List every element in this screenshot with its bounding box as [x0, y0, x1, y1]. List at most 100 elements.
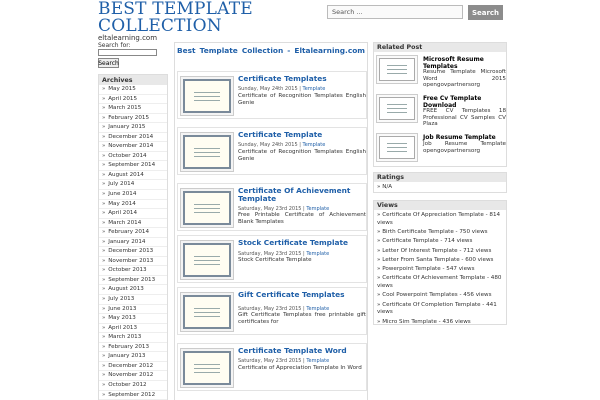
related-post-title[interactable]: Free Cv Template Download — [423, 95, 506, 109]
sidebar-search-button[interactable]: Search — [98, 58, 119, 68]
bullet-icon: » — [102, 286, 106, 293]
archive-item[interactable]: » December 2013 — [99, 247, 167, 257]
archive-item[interactable]: » September 2012 — [99, 391, 167, 400]
views-item[interactable]: » Micro Sim Template - 436 views — [377, 318, 503, 327]
archive-item-label: November 2012 — [108, 372, 154, 379]
post-thumbnail[interactable] — [180, 240, 234, 280]
post-title[interactable]: Gift Certificate Templates — [238, 291, 366, 299]
archive-item-label: April 2013 — [108, 324, 138, 331]
post-category[interactable]: Template — [303, 142, 326, 148]
bullet-icon: » — [102, 315, 106, 322]
views-item-label: Powerpoint Template - 547 views — [382, 266, 475, 273]
bullet-icon: » — [102, 105, 106, 112]
archive-item[interactable]: » June 2013 — [99, 305, 167, 315]
archive-item[interactable]: » November 2013 — [99, 257, 167, 267]
archive-item[interactable]: » January 2015 — [99, 123, 167, 133]
archive-item[interactable]: » May 2015 — [99, 85, 167, 95]
post-thumbnail[interactable] — [180, 132, 234, 172]
page-title[interactable]: Best Template Collection - Eltalearning.… — [177, 46, 365, 55]
post-thumbnail[interactable] — [180, 348, 234, 388]
views-item[interactable]: » Certificate Of Appreciation Template -… — [377, 211, 503, 228]
archive-item-label: November 2014 — [108, 143, 154, 150]
archive-item[interactable]: » April 2014 — [99, 209, 167, 219]
related-thumbnail[interactable] — [376, 133, 418, 162]
header-search-input[interactable]: Search ... — [327, 5, 463, 19]
archive-item[interactable]: » November 2014 — [99, 142, 167, 152]
views-item-label: Letter Of Interest Template - 712 views — [382, 247, 492, 254]
related-posts-title: Related Post — [374, 43, 506, 52]
archives-widget: Archives » May 2015» April 2015» March 2… — [98, 74, 168, 400]
bullet-icon: » — [102, 296, 106, 303]
post-excerpt: Stock Certificate Template — [238, 257, 312, 263]
archive-item[interactable]: » March 2015 — [99, 104, 167, 114]
archive-item-label: September 2012 — [108, 391, 156, 398]
rating-item[interactable]: » N/A — [377, 183, 503, 192]
post-title[interactable]: Certificate Of Achievement Template — [238, 187, 366, 203]
views-item[interactable]: » Certificate Of Achievement Template - … — [377, 274, 503, 291]
post-title[interactable]: Certificate Template Word — [238, 347, 366, 355]
archive-item-label: January 2013 — [108, 353, 146, 360]
archive-item-label: July 2013 — [108, 296, 135, 303]
archive-item[interactable]: » October 2013 — [99, 266, 167, 276]
site-title[interactable]: BEST TEMPLATE COLLECTION — [98, 1, 328, 35]
post-thumbnail[interactable] — [180, 76, 234, 116]
post-meta: Saturday, May 23rd 2015 | Template — [238, 358, 330, 364]
archive-item-label: August 2013 — [108, 286, 144, 293]
archive-item[interactable]: » April 2015 — [99, 95, 167, 105]
post-thumbnail[interactable] — [180, 188, 234, 228]
related-thumbnail[interactable] — [376, 55, 418, 84]
sidebar-search-input[interactable] — [98, 49, 157, 56]
archive-item[interactable]: » May 2014 — [99, 200, 167, 210]
archive-item[interactable]: » March 2013 — [99, 333, 167, 343]
header-search-button[interactable]: Search — [468, 5, 503, 20]
document-image — [379, 136, 415, 159]
views-item-label: Cool Powerpoint Templates - 456 views — [382, 292, 492, 299]
main-content: Best Template Collection - Eltalearning.… — [174, 42, 368, 400]
archive-item[interactable]: » October 2012 — [99, 381, 167, 391]
archive-item-label: February 2014 — [108, 229, 150, 236]
archive-item[interactable]: » September 2013 — [99, 276, 167, 286]
archive-item[interactable]: » September 2014 — [99, 161, 167, 171]
archive-item[interactable]: » March 2014 — [99, 219, 167, 229]
views-item[interactable]: » Certificate Of Completion Template - 4… — [377, 301, 503, 318]
bullet-icon: » — [102, 152, 106, 159]
related-post-item: Job Resume Template Job Resume Template o… — [376, 133, 506, 163]
post-category[interactable]: Template — [303, 86, 326, 92]
archive-item[interactable]: » November 2012 — [99, 371, 167, 381]
archive-item[interactable]: » July 2014 — [99, 180, 167, 191]
archive-item[interactable]: » October 2014 — [99, 152, 167, 162]
views-item[interactable]: » Letter From Santa Template - 600 views — [377, 256, 503, 265]
archive-item[interactable]: » April 2013 — [99, 324, 167, 334]
views-item[interactable]: » Powerpoint Template - 547 views — [377, 265, 503, 274]
bullet-icon: » — [102, 219, 106, 226]
post-excerpt: Certificate of Recognition Templates Eng… — [238, 93, 366, 106]
related-post-title[interactable]: Job Resume Template — [423, 134, 506, 141]
archive-item[interactable]: » February 2014 — [99, 228, 167, 238]
archive-item[interactable]: » July 2013 — [99, 295, 167, 305]
views-item[interactable]: » Cool Powerpoint Templates - 456 views — [377, 291, 503, 300]
archive-item[interactable]: » August 2013 — [99, 285, 167, 296]
views-item[interactable]: » Birth Certificate Template - 750 views — [377, 228, 503, 237]
views-item[interactable]: » Letter Of Interest Template - 712 view… — [377, 247, 503, 256]
archive-item[interactable]: » May 2013 — [99, 314, 167, 324]
post-thumbnail[interactable] — [180, 292, 234, 332]
archive-item[interactable]: » December 2012 — [99, 362, 167, 372]
archive-item[interactable]: » December 2014 — [99, 133, 167, 143]
related-post-title[interactable]: Microsoft Resume Templates — [423, 56, 506, 70]
archive-item[interactable]: » January 2014 — [99, 238, 167, 248]
archive-item[interactable]: » February 2015 — [99, 114, 167, 124]
post-date: Sunday, May 24th 2015 — [238, 86, 298, 92]
post-title[interactable]: Certificate Templates — [238, 75, 366, 83]
views-item-label: Certificate Of Appreciation Template - 8… — [377, 212, 501, 226]
archive-item[interactable]: » August 2014 — [99, 171, 167, 181]
archive-item[interactable]: » February 2013 — [99, 343, 167, 353]
post-category[interactable]: Template — [306, 358, 329, 364]
document-image — [379, 58, 415, 81]
archive-item[interactable]: » January 2013 — [99, 352, 167, 362]
bullet-icon: » — [102, 267, 106, 274]
archive-item[interactable]: » June 2014 — [99, 190, 167, 200]
views-item[interactable]: » Certificate Template - 714 views — [377, 237, 503, 246]
post-title[interactable]: Stock Certificate Template — [238, 239, 366, 247]
related-thumbnail[interactable] — [376, 94, 418, 123]
post-title[interactable]: Certificate Template — [238, 131, 366, 139]
